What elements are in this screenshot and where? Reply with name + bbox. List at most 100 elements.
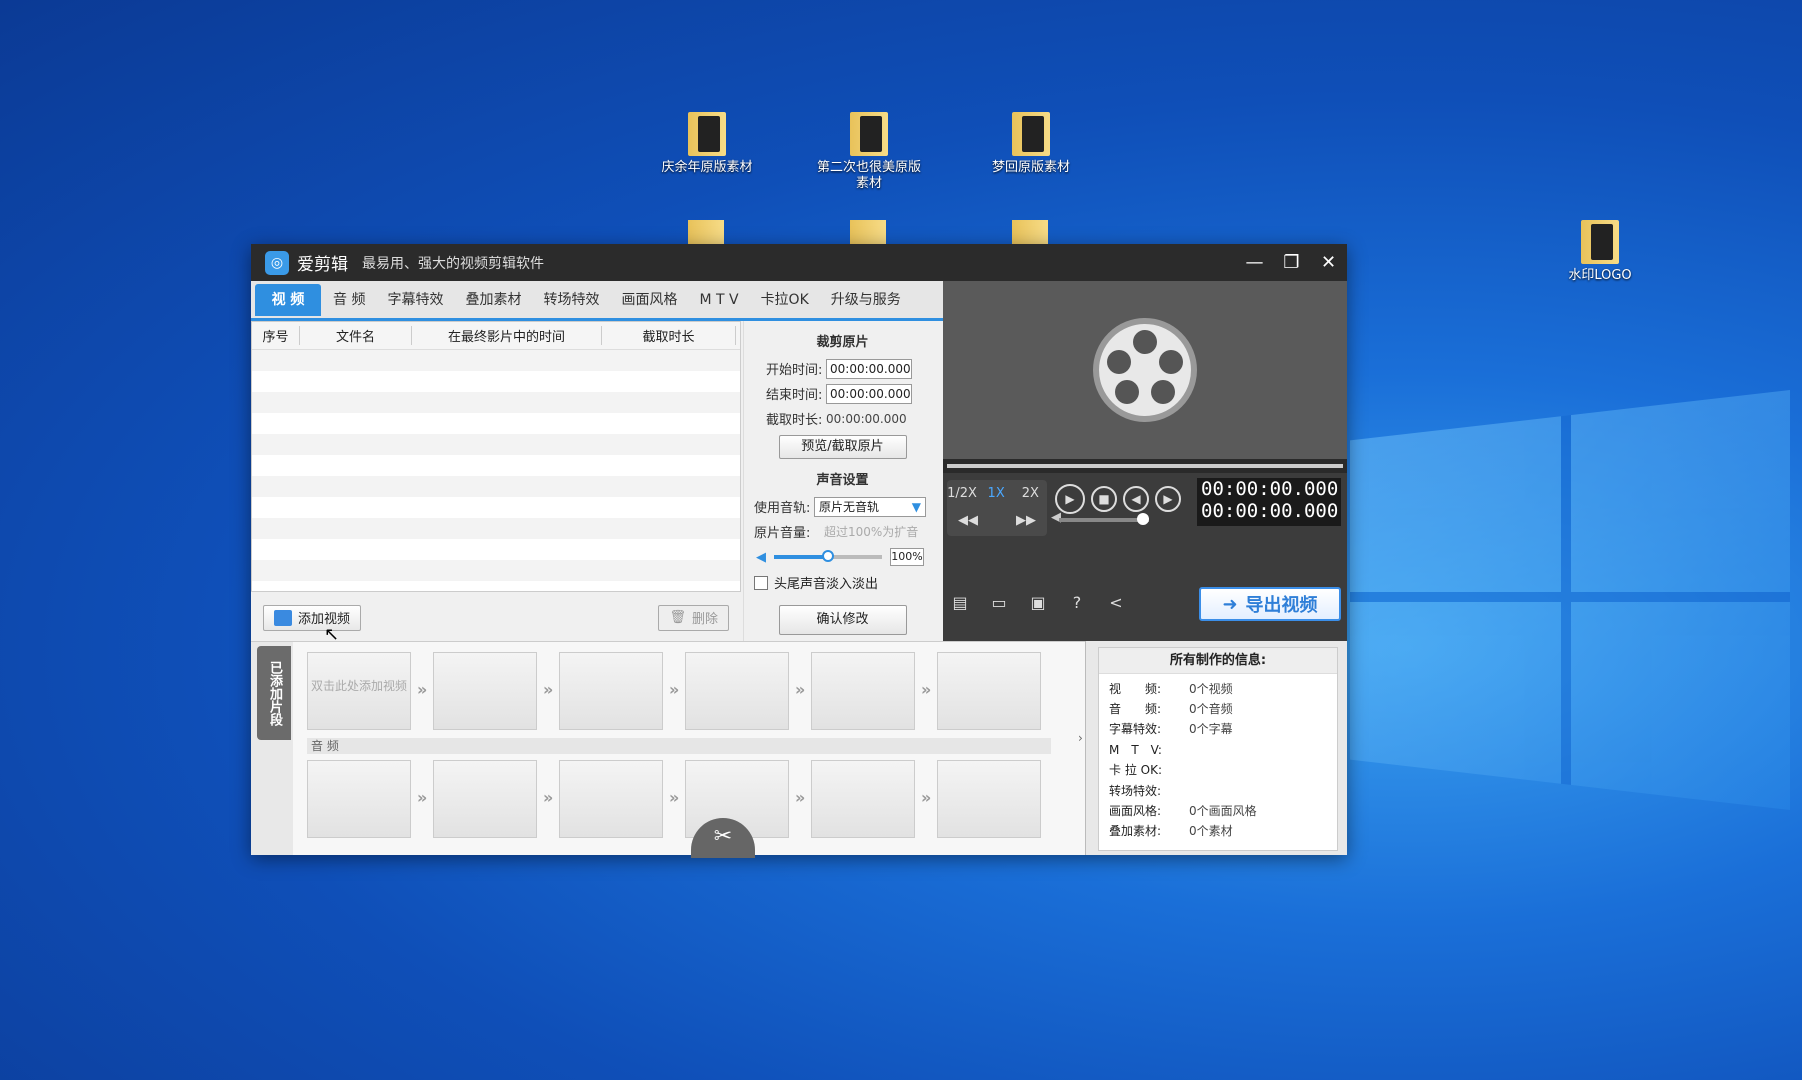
video-screen[interactable] <box>943 281 1347 459</box>
folder-icon <box>688 220 724 246</box>
column-filename[interactable]: 文件名 <box>300 326 412 345</box>
project-info-panel: › 所有制作的信息: 视 频: 0个视频 音 频: 0个音频 字幕特效: 0个字幕 M… <box>1078 641 1347 855</box>
column-index[interactable]: 序号 <box>252 326 300 345</box>
collapse-arrow-icon[interactable]: › <box>1078 731 1088 761</box>
video-slot-add[interactable]: 双击此处添加视频 <box>307 652 411 730</box>
info-value: 0个字幕 <box>1189 722 1233 737</box>
open-folder-icon[interactable]: ▭ <box>988 591 1010 613</box>
export-label: 导出视频 <box>1245 595 1318 616</box>
column-duration[interactable]: 截取时长 <box>602 326 736 345</box>
info-key: 叠加素材: <box>1109 824 1162 839</box>
video-list[interactable]: 序号 文件名 在最终影片中的时间 截取时长 <box>251 321 741 592</box>
added-clips-tab[interactable]: 已添加片段 <box>257 646 291 740</box>
desktop-folder-icon[interactable]: 第二次也很美原版素材 <box>814 112 924 192</box>
new-project-icon[interactable]: ▤ <box>949 591 971 613</box>
maximize-button[interactable]: ❐ <box>1273 244 1310 281</box>
help-icon[interactable]: ? <box>1066 591 1088 613</box>
audio-slot[interactable] <box>811 760 915 838</box>
desktop-icon-label: 梦回原版素材 <box>991 160 1070 175</box>
speed-half-button[interactable]: 1/2X <box>947 486 977 501</box>
add-video-icon <box>274 609 292 626</box>
chevron-right-icon: » <box>921 680 932 699</box>
volume-percent-input[interactable]: 100% <box>890 548 924 566</box>
end-time-input[interactable]: 00:00:00.000 <box>826 383 912 404</box>
audio-track-value: 原片无音轨 <box>819 500 880 514</box>
export-video-button[interactable]: ➜ 导出视频 <box>1199 587 1341 621</box>
tab-style[interactable]: 画面风格 <box>611 284 687 316</box>
tab-video[interactable]: 视 频 <box>255 283 321 316</box>
info-key: 视 频: <box>1109 681 1162 696</box>
tab-audio[interactable]: 音 频 <box>323 284 375 316</box>
start-time-input[interactable]: 00:00:00.000 <box>826 358 912 379</box>
trash-icon: 🗑 <box>669 610 686 625</box>
speed-control: 1/2X 1X 2X ◀◀ ▶▶ <box>947 480 1047 536</box>
app-window: ◎ 爱剪辑 最易用、强大的视频剪辑软件 — ❐ ✕ 视 频 音 频 字幕特效 叠… <box>251 244 1347 858</box>
speaker-icon: ◀ <box>756 549 766 565</box>
delete-button[interactable]: 🗑 删除 <box>658 604 729 631</box>
main-tabs: 视 频 音 频 字幕特效 叠加素材 转场特效 画面风格 M T V 卡拉OK 升… <box>251 281 943 321</box>
minimize-button[interactable]: — <box>1236 244 1273 281</box>
player-volume-slider[interactable] <box>1059 513 1149 525</box>
audio-track-label: 音 频 <box>307 738 1051 754</box>
info-value: 0个音频 <box>1189 702 1233 717</box>
desktop-icon-label: 庆余年原版素材 <box>661 160 753 175</box>
app-logo-icon: ◎ <box>265 250 289 275</box>
total-time: 00:00:00.000 <box>1201 500 1339 522</box>
video-slot[interactable] <box>685 652 789 730</box>
desktop-folder-icon[interactable]: 梦回原版素材 <box>976 112 1086 176</box>
player-volume-handle[interactable] <box>1137 513 1149 525</box>
add-video-button[interactable]: 添加视频 <box>263 604 362 631</box>
speed-2x-button[interactable]: 2X <box>1015 486 1045 501</box>
playback-progress-bar[interactable] <box>943 459 1347 473</box>
video-slot[interactable] <box>937 652 1041 730</box>
title-bar[interactable]: ◎ 爱剪辑 最易用、强大的视频剪辑软件 — ❐ ✕ <box>251 244 1347 281</box>
video-slot[interactable] <box>559 652 663 730</box>
tab-transition[interactable]: 转场特效 <box>533 284 609 316</box>
folder-icon <box>850 220 886 246</box>
desktop-folder-icon[interactable]: 庆余年原版素材 <box>652 112 762 176</box>
share-icon[interactable]: < <box>1105 591 1127 613</box>
clip-timeline: 已添加片段 双击此处添加视频 » » » » » 音 频 » » » » » ✂ <box>251 641 1085 858</box>
speed-1x-button[interactable]: 1X <box>981 486 1011 501</box>
preview-clip-button[interactable]: 预览/截取原片 <box>778 435 907 459</box>
folder-icon <box>1012 112 1050 156</box>
volume-slider[interactable] <box>774 550 882 562</box>
desktop-folder-icon[interactable]: 水印LOGO <box>1545 220 1655 284</box>
list-item <box>252 371 740 392</box>
list-item <box>252 476 740 497</box>
save-icon[interactable]: ▣ <box>1027 591 1049 613</box>
rewind-icon[interactable]: ◀◀ <box>953 513 983 528</box>
export-icon: ➜ <box>1222 593 1238 615</box>
audio-slot[interactable] <box>307 760 411 838</box>
tab-subtitle-effects[interactable]: 字幕特效 <box>377 284 453 316</box>
audio-slot[interactable] <box>559 760 663 838</box>
list-item <box>252 455 740 476</box>
chevron-right-icon: » <box>669 788 680 807</box>
prev-frame-button[interactable]: ◀ <box>1123 486 1149 512</box>
tab-karaoke[interactable]: 卡拉OK <box>751 284 819 316</box>
list-item <box>252 497 740 518</box>
audio-slot[interactable] <box>937 760 1041 838</box>
info-value: 0个视频 <box>1189 681 1233 696</box>
edit-panel: 视 频 音 频 字幕特效 叠加素材 转场特效 画面风格 M T V 卡拉OK 升… <box>251 281 943 641</box>
video-slot[interactable] <box>811 652 915 730</box>
tab-upgrade[interactable]: 升级与服务 <box>821 284 911 316</box>
jog-shuttle[interactable]: ◀◀ ▶▶ <box>947 501 1047 528</box>
audio-slot[interactable] <box>433 760 537 838</box>
tab-overlay[interactable]: 叠加素材 <box>455 284 531 316</box>
video-slot[interactable] <box>433 652 537 730</box>
next-frame-button[interactable]: ▶ <box>1155 486 1181 512</box>
confirm-button[interactable]: 确认修改 <box>778 605 907 635</box>
close-button[interactable]: ✕ <box>1310 244 1347 281</box>
volume-slider-handle[interactable] <box>822 550 834 562</box>
audio-track-select[interactable]: 原片无音轨 ▼ <box>814 496 926 517</box>
tab-mtv[interactable]: M T V <box>689 284 748 316</box>
column-time[interactable]: 在最终影片中的时间 <box>412 326 602 345</box>
forward-icon[interactable]: ▶▶ <box>1011 513 1041 528</box>
duration-label: 截取时长: <box>766 413 823 428</box>
info-key: 转场特效: <box>1109 783 1162 798</box>
stop-button[interactable]: ■ <box>1091 486 1117 512</box>
section-clip-title: 裁剪原片 <box>816 335 869 350</box>
fade-checkbox[interactable] <box>754 575 768 590</box>
info-key: M T V: <box>1109 742 1162 757</box>
